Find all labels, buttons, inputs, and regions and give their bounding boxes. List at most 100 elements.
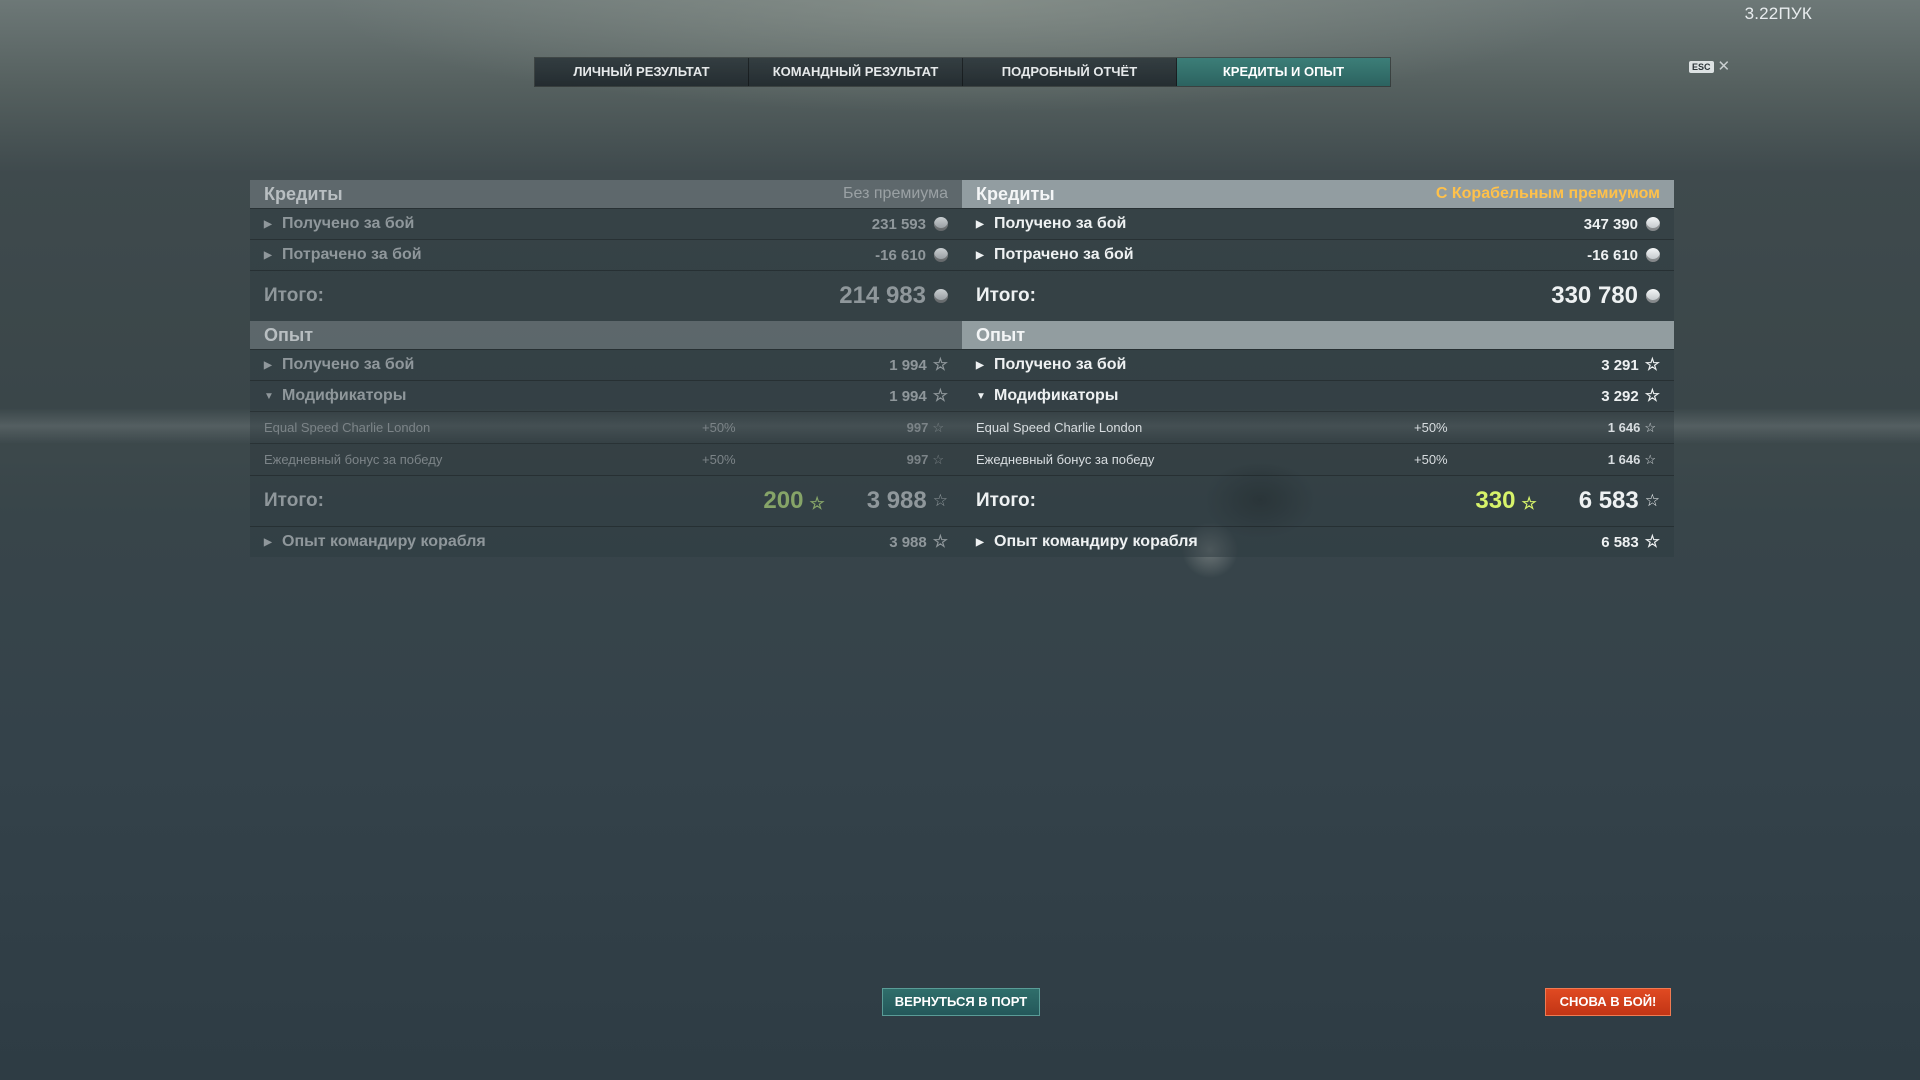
credits-earned-row[interactable]: ▶ Получено за бой 347 390 — [962, 208, 1674, 239]
xp-star-icon: ☆ — [1644, 451, 1656, 467]
modifier-value: 997 — [906, 452, 929, 467]
row-label: Модификаторы — [994, 387, 1119, 404]
credits-total-row: Итого: 214 983 — [250, 270, 962, 321]
row-label: Получено за бой — [994, 215, 1127, 232]
credits-header: Кредиты С Корабельным премиумом — [962, 180, 1674, 208]
xp-star-icon: ☆ — [932, 491, 948, 510]
account-type-tag: Без премиума — [843, 185, 948, 202]
collapse-arrow-icon: ▼ — [976, 390, 986, 402]
total-label: Итого: — [976, 285, 1036, 306]
version-label: 3.22ПУК — [1744, 4, 1812, 23]
modifier-percent: +50% — [1414, 452, 1448, 467]
credits-header: Кредиты Без премиума — [250, 180, 962, 208]
credits-earned-row[interactable]: ▶ Получено за бой 231 593 — [250, 208, 962, 239]
xp-total-row: Итого: 200 ☆ 3 988 ☆ — [250, 475, 962, 526]
modifiers-row[interactable]: ▼ Модификаторы 3 292 ☆ — [962, 380, 1674, 411]
expand-arrow-icon: ▶ — [264, 249, 272, 261]
credits-earned-value: 231 593 — [871, 215, 926, 233]
modifier-item: Equal Speed Charlie London +50% 1 646 ☆ — [962, 411, 1674, 443]
battle-again-button[interactable]: СНОВА В БОЙ! — [1545, 988, 1671, 1016]
captain-xp-row[interactable]: ▶ Опыт командиру корабля 6 583 ☆ — [962, 526, 1674, 557]
credits-coin-icon — [934, 289, 948, 303]
xp-star-icon: ☆ — [1644, 355, 1660, 374]
modifiers-row[interactable]: ▼ Модификаторы 1 994 ☆ — [250, 380, 962, 411]
close-icon: ✕ — [1717, 58, 1731, 75]
bonus-xp: 200 ☆ — [763, 487, 824, 515]
captain-xp-value: 6 583 — [1601, 533, 1639, 551]
expand-arrow-icon: ▶ — [976, 218, 984, 230]
credits-total-value: 330 780 — [1551, 282, 1638, 309]
modifier-percent: +50% — [1414, 420, 1448, 435]
panel-without-premium: Кредиты Без премиума ▶ Получено за бой 2… — [250, 180, 962, 557]
expand-arrow-icon: ▶ — [264, 536, 272, 548]
xp-header: Опыт — [250, 321, 962, 349]
credits-coin-icon — [934, 248, 948, 262]
bonus-xp: 330 ☆ — [1475, 487, 1536, 515]
collapse-arrow-icon: ▼ — [264, 390, 274, 402]
xp-total-value: 6 583 — [1578, 487, 1639, 514]
xp-star-icon: ☆ — [932, 532, 948, 551]
modifier-item: Equal Speed Charlie London +50% 997 ☆ — [250, 411, 962, 443]
modifiers-value: 1 994 — [889, 387, 927, 405]
row-label: Опыт командиру корабля — [282, 533, 486, 550]
modifier-percent: +50% — [702, 452, 736, 467]
row-label: Потрачено за бой — [994, 246, 1134, 263]
xp-title: Опыт — [976, 324, 1026, 345]
credits-spent-value: -16 610 — [1587, 246, 1638, 264]
credits-total-row: Итого: 330 780 — [962, 270, 1674, 321]
return-to-port-button[interactable]: ВЕРНУТЬСЯ В ПОРТ — [882, 988, 1040, 1016]
row-label: Модификаторы — [282, 387, 407, 404]
free-xp-star-icon: ☆ — [1521, 494, 1537, 513]
credits-spent-row[interactable]: ▶ Потрачено за бой -16 610 — [250, 239, 962, 270]
expand-arrow-icon: ▶ — [976, 249, 984, 261]
modifier-name: Equal Speed Charlie London — [264, 420, 431, 435]
credits-coin-icon — [1646, 248, 1660, 262]
premium-tag: С Корабельным премиумом — [1435, 185, 1660, 202]
expand-arrow-icon: ▶ — [976, 536, 984, 548]
modifiers-value: 3 292 — [1601, 387, 1639, 405]
bonus-xp-value: 330 — [1475, 487, 1516, 514]
free-xp-star-icon: ☆ — [809, 494, 825, 513]
expand-arrow-icon: ▶ — [264, 218, 272, 230]
xp-earned-value: 1 994 — [889, 356, 927, 374]
modifier-percent: +50% — [702, 420, 736, 435]
credits-coin-icon — [1646, 217, 1660, 231]
total-label: Итого: — [976, 490, 1036, 511]
bonus-xp-value: 200 — [763, 487, 804, 514]
close-button[interactable]: ESC ✕ — [1689, 58, 1731, 75]
modifier-name: Equal Speed Charlie London — [976, 420, 1143, 435]
modifier-name: Ежедневный бонус за победу — [264, 452, 443, 467]
credits-spent-row[interactable]: ▶ Потрачено за бой -16 610 — [962, 239, 1674, 270]
xp-title: Опыт — [264, 324, 314, 345]
xp-earned-value: 3 291 — [1601, 356, 1639, 374]
credits-coin-icon — [934, 217, 948, 231]
panel-with-premium: Кредиты С Корабельным премиумом ▶ Получе… — [962, 180, 1674, 557]
xp-star-icon: ☆ — [932, 419, 944, 435]
total-label: Итого: — [264, 490, 324, 511]
xp-star-icon: ☆ — [932, 386, 948, 405]
credits-title: Кредиты — [264, 183, 343, 204]
credits-earned-value: 347 390 — [1583, 215, 1638, 233]
credits-total-value: 214 983 — [839, 282, 926, 309]
credits-title: Кредиты — [976, 183, 1055, 204]
row-label: Опыт командиру корабля — [994, 533, 1198, 550]
modifier-item: Ежедневный бонус за победу +50% 997 ☆ — [250, 443, 962, 475]
row-label: Получено за бой — [282, 215, 415, 232]
captain-xp-row[interactable]: ▶ Опыт командиру корабля 3 988 ☆ — [250, 526, 962, 557]
row-label: Потрачено за бой — [282, 246, 422, 263]
credits-coin-icon — [1646, 289, 1660, 303]
xp-star-icon: ☆ — [1644, 419, 1656, 435]
tab-detailed-report[interactable]: ПОДРОБНЫЙ ОТЧЁТ — [963, 58, 1177, 86]
tab-team-result[interactable]: КОМАНДНЫЙ РЕЗУЛЬТАТ — [749, 58, 963, 86]
xp-star-icon: ☆ — [1644, 386, 1660, 405]
modifier-value: 1 646 — [1607, 420, 1641, 435]
xp-earned-row[interactable]: ▶ Получено за бой 3 291 ☆ — [962, 349, 1674, 380]
xp-total-value: 3 988 — [866, 487, 927, 514]
xp-star-icon: ☆ — [932, 451, 944, 467]
xp-earned-row[interactable]: ▶ Получено за бой 1 994 ☆ — [250, 349, 962, 380]
captain-xp-value: 3 988 — [889, 533, 927, 551]
xp-star-icon: ☆ — [1644, 491, 1660, 510]
tab-credits-and-xp[interactable]: КРЕДИТЫ И ОПЫТ — [1177, 58, 1390, 86]
tab-personal-result[interactable]: ЛИЧНЫЙ РЕЗУЛЬТАТ — [535, 58, 749, 86]
modifier-item: Ежедневный бонус за победу +50% 1 646 ☆ — [962, 443, 1674, 475]
